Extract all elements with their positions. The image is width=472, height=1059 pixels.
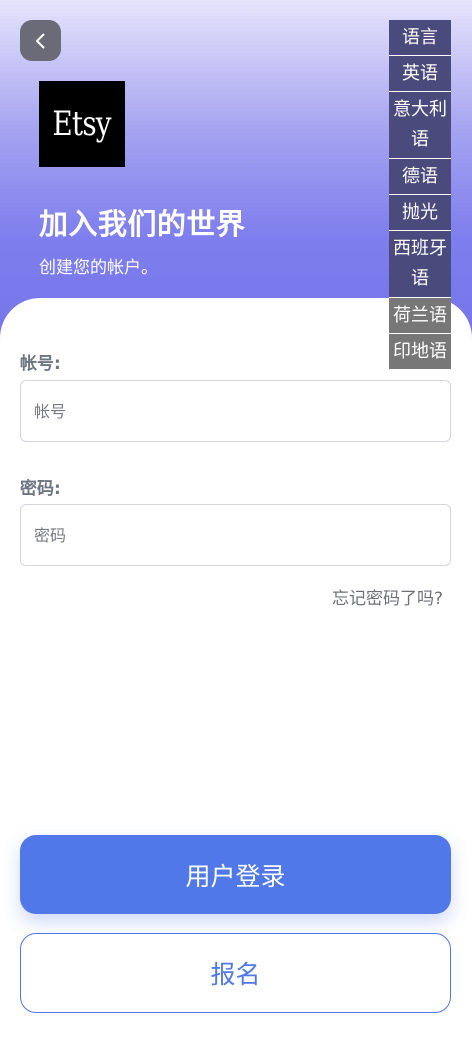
language-option-italian[interactable]: 意大利语	[389, 92, 451, 159]
forgot-password-link[interactable]: 忘记密码了吗?	[332, 584, 443, 609]
etsy-logo: Etsy	[39, 81, 125, 167]
signup-button[interactable]: 报名	[20, 933, 451, 1013]
language-option-polish[interactable]: 抛光	[389, 195, 451, 231]
language-option-english[interactable]: 英语	[389, 56, 451, 92]
login-button[interactable]: 用户登录	[20, 835, 451, 914]
password-label: 密码:	[20, 479, 61, 499]
chevron-left-icon	[35, 33, 44, 48]
back-button[interactable]	[20, 20, 61, 61]
account-field[interactable]	[20, 380, 451, 442]
password-field[interactable]	[20, 504, 451, 566]
page-title: 加入我们的世界	[39, 207, 246, 241]
signup-button-label: 报名	[210, 960, 261, 989]
language-menu-title[interactable]: 语言	[389, 20, 451, 56]
language-option-hindi[interactable]: 印地语	[389, 334, 451, 370]
login-button-label: 用户登录	[185, 861, 286, 891]
language-option-dutch[interactable]: 荷兰语	[389, 298, 451, 334]
logo-text: Etsy	[52, 104, 112, 144]
account-label: 帐号:	[20, 354, 61, 374]
language-option-spanish[interactable]: 西班牙语	[389, 231, 451, 298]
page-subtitle: 创建您的帐户。	[39, 258, 158, 278]
language-menu[interactable]: 语言 英语 意大利语 德语 抛光 西班牙语 荷兰语 印地语	[389, 20, 451, 370]
language-option-german[interactable]: 德语	[389, 159, 451, 195]
